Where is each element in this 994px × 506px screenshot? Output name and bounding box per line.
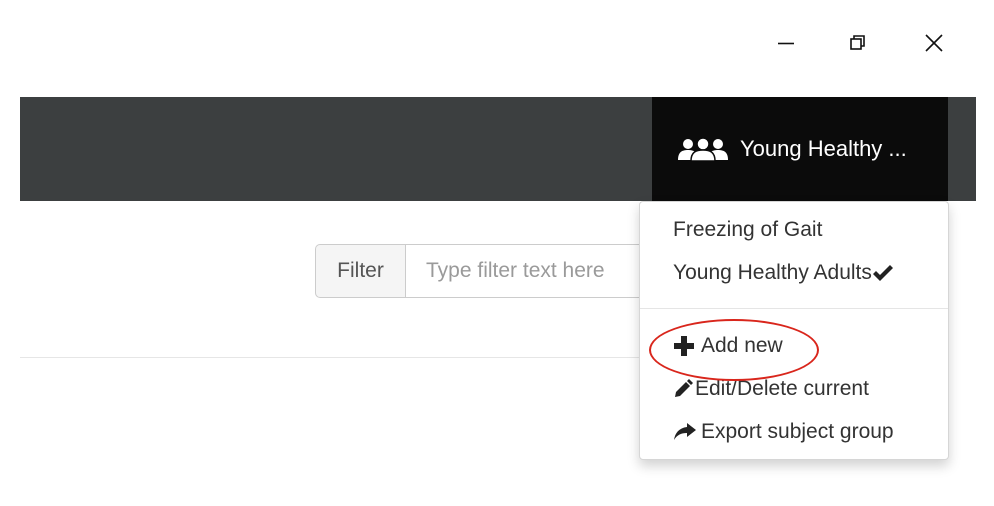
filter-label: Filter [315, 244, 405, 298]
dropdown-divider [640, 308, 948, 309]
share-arrow-icon [673, 422, 697, 442]
dropdown-item-young-healthy-adults[interactable]: Young Healthy Adults [673, 258, 894, 288]
current-group-label: Young Healthy ... [740, 136, 907, 161]
checkmark-icon [872, 264, 894, 282]
dropdown-item-edit-delete-current[interactable]: Edit/Delete current [673, 374, 869, 404]
subject-group-dropdown-toggle[interactable]: Young Healthy ... [652, 97, 948, 201]
restore-button[interactable] [843, 28, 873, 58]
divider-line [20, 357, 660, 358]
action-label: Add new [701, 334, 783, 357]
dropdown-item-add-new[interactable]: Add new [673, 331, 783, 361]
close-button[interactable] [919, 28, 949, 58]
close-icon [925, 34, 943, 52]
action-label: Export subject group [701, 420, 894, 443]
minimize-icon [778, 42, 794, 45]
plus-icon [673, 335, 695, 357]
action-label: Edit/Delete current [695, 377, 869, 400]
minimize-button[interactable] [771, 28, 801, 58]
pencil-icon [673, 379, 693, 399]
group-label: Freezing of Gait [673, 218, 823, 241]
dropdown-item-freezing-of-gait[interactable]: Freezing of Gait [673, 215, 822, 245]
users-icon [677, 136, 729, 162]
subject-group-dropdown-menu: Freezing of Gait Young Healthy Adults Ad… [639, 201, 949, 460]
restore-icon [850, 35, 865, 50]
group-label: Young Healthy Adults [673, 261, 872, 284]
dropdown-item-export-subject-group[interactable]: Export subject group [673, 417, 894, 447]
